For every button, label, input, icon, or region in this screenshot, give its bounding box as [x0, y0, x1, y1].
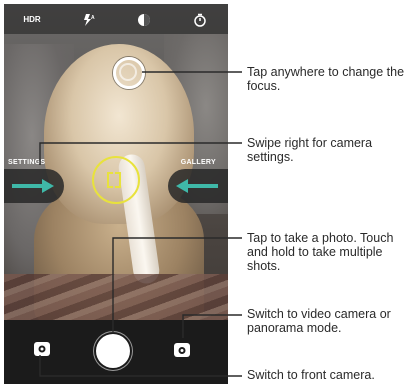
photo-blanket	[4, 274, 228, 324]
front-camera-icon	[38, 345, 46, 353]
shutter-button[interactable]	[96, 334, 130, 368]
arrow-left-icon	[176, 179, 218, 193]
switch-front-camera-button[interactable]	[34, 342, 50, 356]
gallery-drawer-handle[interactable]	[168, 169, 228, 203]
reticle-brackets	[107, 172, 121, 188]
exposure-icon[interactable]	[129, 4, 159, 34]
svg-text:A: A	[91, 15, 95, 21]
callout-video-text: Switch to video camera or panorama mode.	[247, 307, 391, 335]
focus-reticle	[92, 156, 140, 204]
callout-photo-text: Tap to take a photo. Touch and hold to t…	[247, 231, 394, 273]
switch-video-mode-button[interactable]	[174, 343, 190, 357]
focus-indicator[interactable]	[113, 57, 145, 89]
hdr-label: HDR	[23, 15, 41, 24]
flash-auto-icon[interactable]: A	[73, 4, 103, 34]
callout-focus-text: Tap anywhere to change the focus.	[247, 65, 405, 93]
camera-viewfinder[interactable]: HDR A SETTINGS GALLERY	[4, 4, 228, 384]
settings-label: SETTINGS	[8, 159, 46, 166]
arrow-right-icon	[12, 179, 54, 193]
camera-icon	[178, 347, 186, 354]
hdr-icon[interactable]: HDR	[17, 4, 47, 35]
callout-settings-text: Swipe right for camera settings.	[247, 136, 373, 164]
timer-icon[interactable]	[185, 4, 215, 34]
settings-drawer-handle[interactable]	[4, 169, 64, 203]
gallery-label: GALLERY	[180, 159, 216, 166]
callout-front-text: Switch to front camera.	[247, 368, 375, 382]
camera-mode-bar: HDR A	[4, 4, 228, 34]
